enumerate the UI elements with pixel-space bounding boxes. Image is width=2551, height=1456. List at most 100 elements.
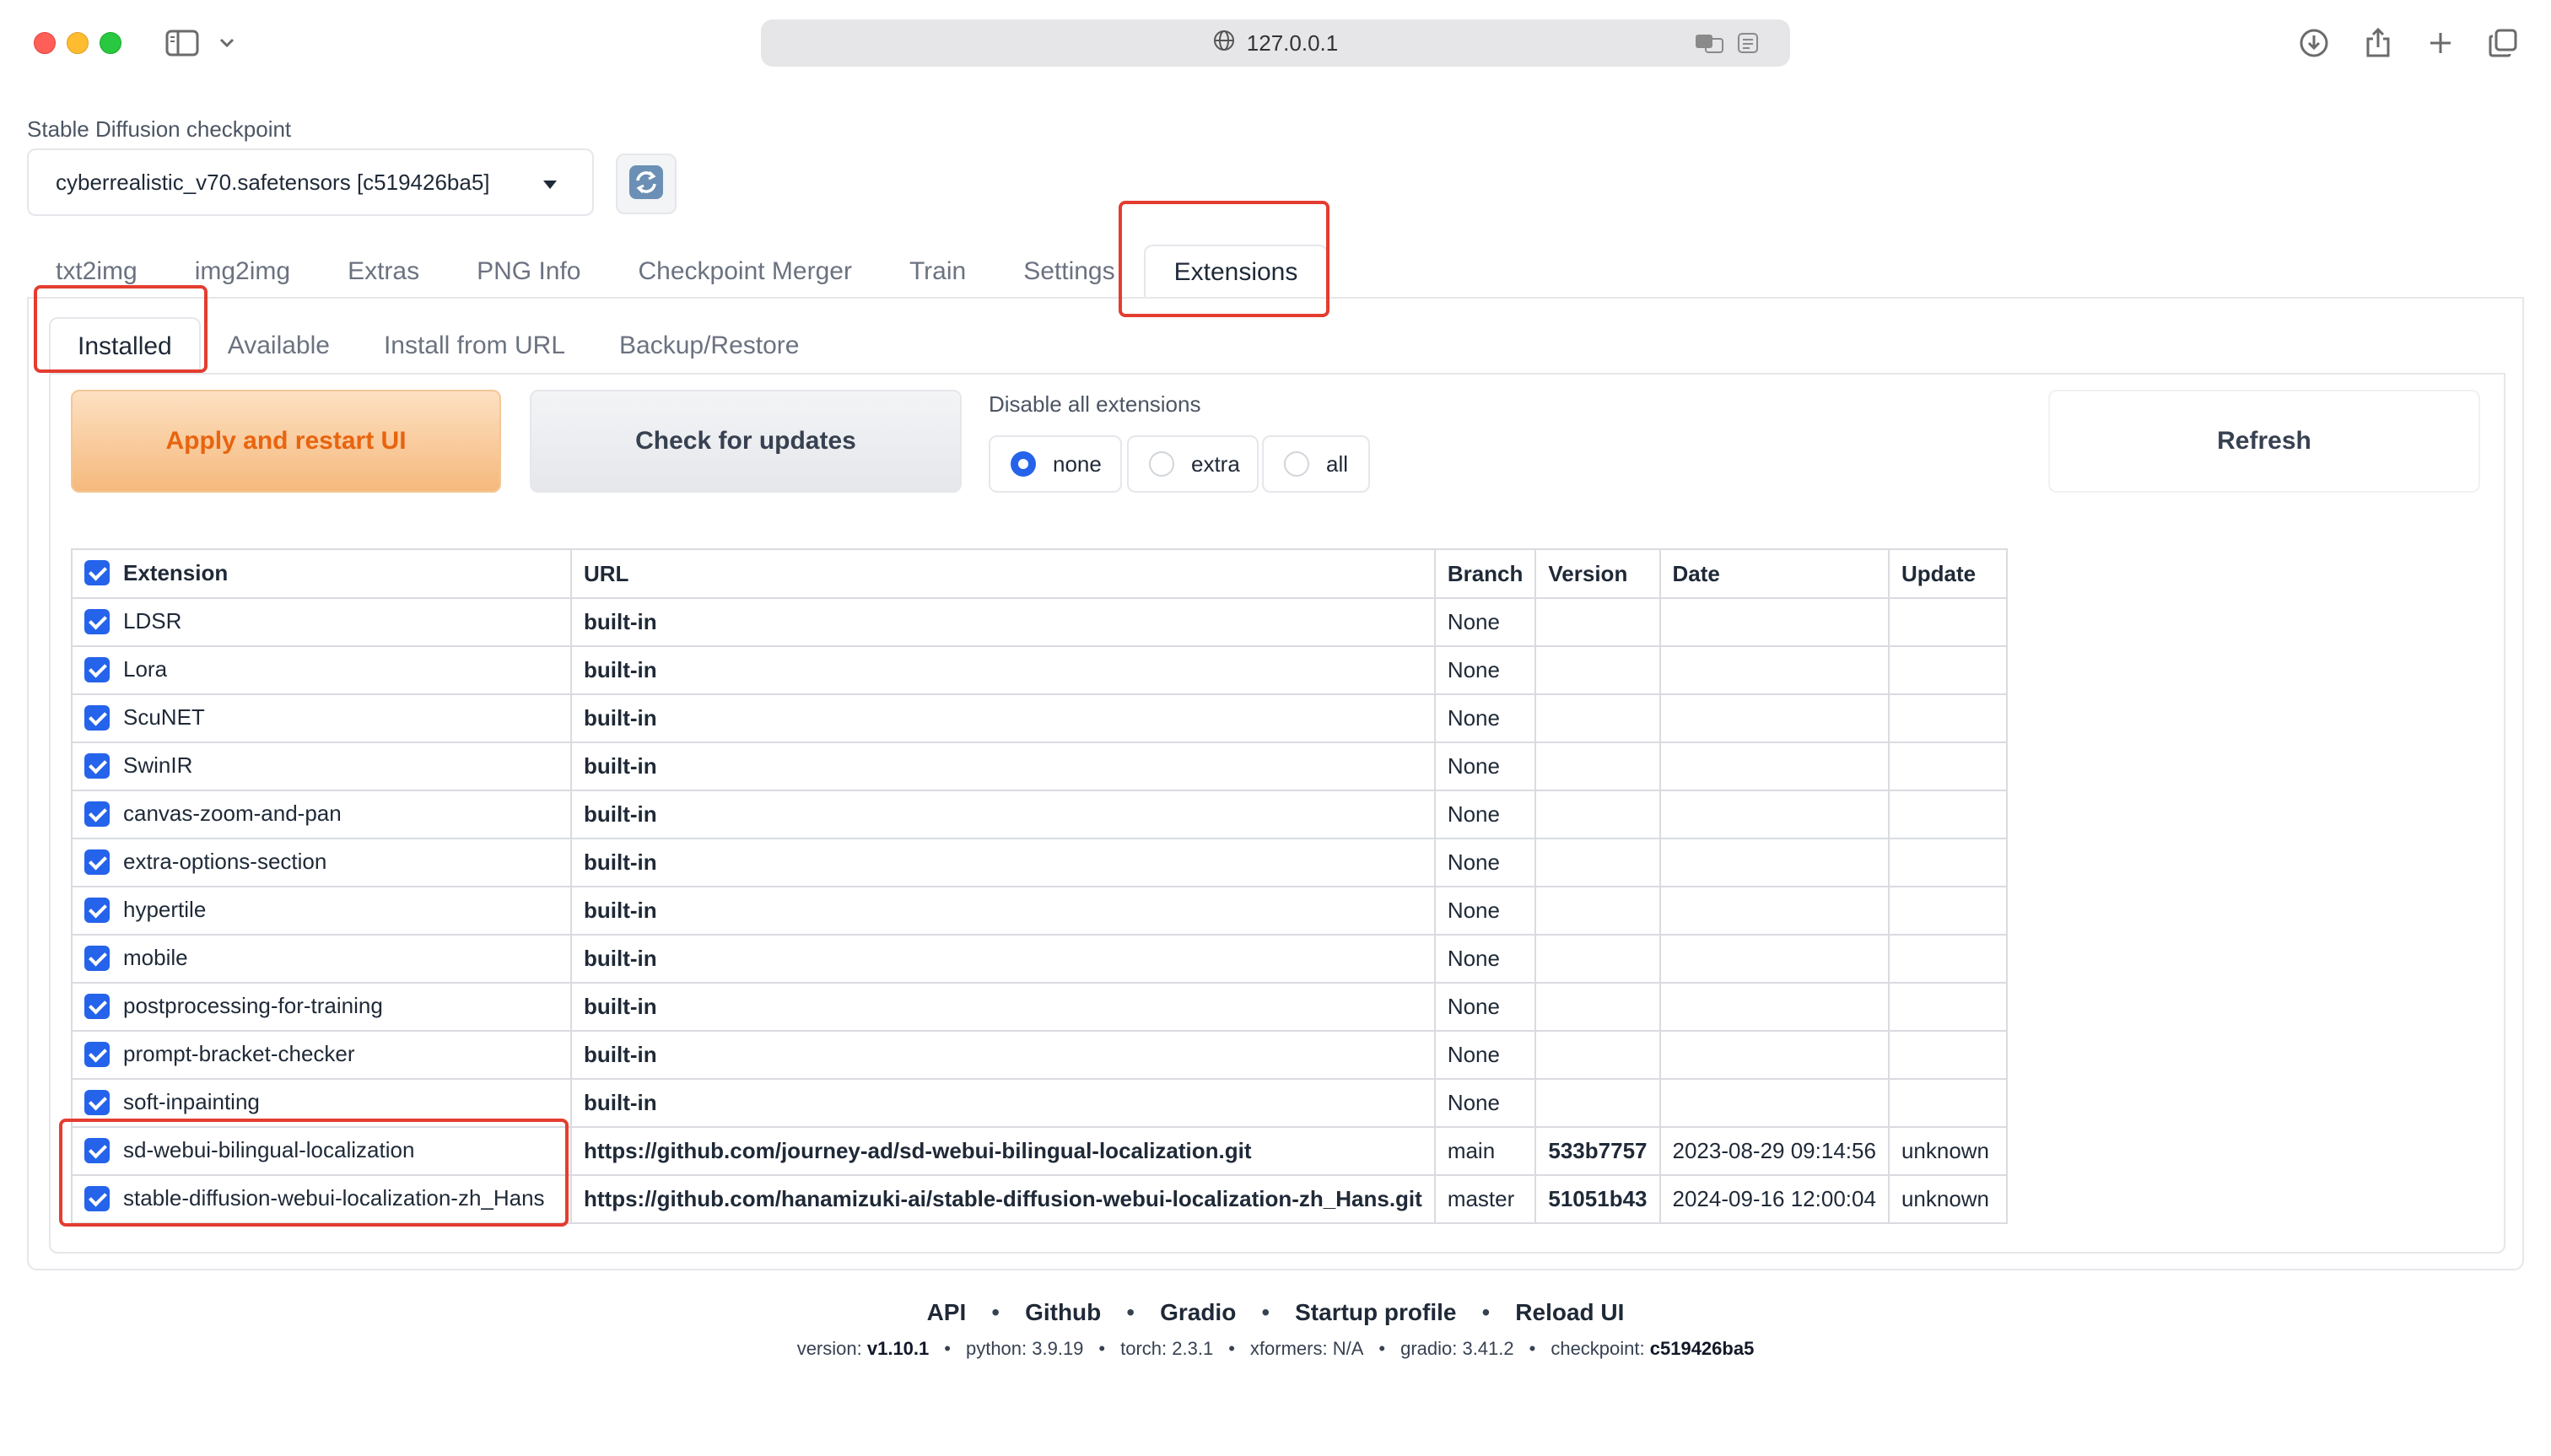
extension-enabled-checkbox[interactable] <box>84 897 110 923</box>
url-cell: built-in <box>570 790 1436 839</box>
tab-checkpoint-merger[interactable]: Checkpoint Merger <box>610 245 881 299</box>
extension-name: SwinIR <box>123 752 193 779</box>
tab-png-info[interactable]: PNG Info <box>448 245 609 299</box>
refresh-button[interactable]: Refresh <box>2048 390 2480 493</box>
extension-name: LDSR <box>123 608 182 634</box>
branch-cell: main <box>1433 1126 1537 1176</box>
version-cell <box>1534 693 1661 743</box>
footer-link-startup-profile[interactable]: Startup profile <box>1295 1299 1456 1326</box>
extension-enabled-checkbox[interactable] <box>84 656 110 682</box>
update-cell <box>1887 886 2008 936</box>
apply-restart-button[interactable]: Apply and restart UI <box>71 390 501 493</box>
subtab-backup-restore[interactable]: Backup/Restore <box>592 317 826 375</box>
extension-enabled-checkbox[interactable] <box>84 752 110 779</box>
tab-extensions[interactable]: Extensions <box>1143 245 1329 299</box>
browser-toolbar: 127.0.0.1 <box>0 0 2551 88</box>
tab-img2img[interactable]: img2img <box>166 245 319 299</box>
url-cell: built-in <box>570 645 1436 695</box>
sidebar-toggle-icon[interactable] <box>162 25 202 61</box>
branch-cell: None <box>1433 741 1537 791</box>
update-cell <box>1887 982 2008 1032</box>
extension-name: hypertile <box>123 897 207 923</box>
footer-link-api[interactable]: API <box>927 1299 967 1326</box>
extension-name: sd-webui-bilingual-localization <box>123 1137 415 1163</box>
extension-enabled-checkbox[interactable] <box>84 1137 110 1163</box>
zoom-window-button[interactable] <box>100 32 121 54</box>
date-cell <box>1658 1078 1890 1128</box>
chevron-down-icon[interactable] <box>216 25 238 61</box>
extension-enabled-checkbox[interactable] <box>84 1089 110 1115</box>
footer-link-reload-ui[interactable]: Reload UI <box>1515 1299 1624 1326</box>
subtab-install-from-url[interactable]: Install from URL <box>357 317 592 375</box>
share-icon[interactable] <box>2360 25 2396 61</box>
address-bar[interactable]: 127.0.0.1 <box>761 19 1790 67</box>
url-cell: https://github.com/hanamizuki-ai/stable-… <box>570 1174 1436 1224</box>
footer-separator: • <box>1228 1338 1235 1359</box>
radio-dot <box>1149 451 1174 477</box>
new-tab-icon[interactable] <box>2423 25 2458 61</box>
update-cell <box>1887 934 2008 984</box>
table-row: postprocessing-for-training built-in None <box>71 982 2008 1032</box>
radio-all[interactable]: all <box>1262 435 1370 493</box>
radio-extra[interactable]: extra <box>1127 435 1259 493</box>
select-all-checkbox[interactable] <box>84 560 110 586</box>
table-row: SwinIR built-in None <box>71 741 2008 791</box>
branch-cell: None <box>1433 1030 1537 1080</box>
header-update: Update <box>1887 548 2008 599</box>
date-cell <box>1658 982 1890 1032</box>
refresh-checkpoint-button[interactable] <box>616 154 677 214</box>
date-cell <box>1658 790 1890 839</box>
extension-name: extra-options-section <box>123 849 327 875</box>
checkpoint-dropdown[interactable]: cyberrealistic_v70.safetensors [c519426b… <box>27 148 594 216</box>
gradio-version: gradio: 3.41.2 <box>1400 1338 1514 1359</box>
branch-cell: None <box>1433 693 1537 743</box>
translate-icon[interactable] <box>1694 31 1724 59</box>
extension-enabled-checkbox[interactable] <box>84 608 110 634</box>
check-updates-button[interactable]: Check for updates <box>530 390 962 493</box>
branch-cell: None <box>1433 790 1537 839</box>
extension-name: Lora <box>123 656 168 682</box>
checkpoint-value: cyberrealistic_v70.safetensors [c519426b… <box>56 169 490 195</box>
tab-extras[interactable]: Extras <box>319 245 448 299</box>
extension-enabled-checkbox[interactable] <box>84 993 110 1019</box>
footer-separator: • <box>1261 1299 1270 1325</box>
extension-name: soft-inpainting <box>123 1089 260 1115</box>
header-date: Date <box>1658 548 1890 599</box>
radio-none[interactable]: none <box>989 435 1122 493</box>
subtab-installed[interactable]: Installed <box>49 317 201 375</box>
extension-enabled-checkbox[interactable] <box>84 849 110 875</box>
table-row: ScuNET built-in None <box>71 693 2008 743</box>
version-info: version: v1.10.1 <box>796 1338 930 1359</box>
refresh-icon <box>628 164 665 205</box>
url-cell: built-in <box>570 886 1436 936</box>
extension-enabled-checkbox[interactable] <box>84 1185 110 1211</box>
footer-link-github[interactable]: Github <box>1025 1299 1101 1326</box>
tab-overview-icon[interactable] <box>2485 25 2521 61</box>
extension-enabled-checkbox[interactable] <box>84 704 110 731</box>
url-cell: built-in <box>570 1030 1436 1080</box>
radio-dot <box>1284 451 1309 477</box>
footer-link-gradio[interactable]: Gradio <box>1160 1299 1236 1326</box>
minimize-window-button[interactable] <box>67 32 89 54</box>
reader-icon[interactable] <box>1736 31 1760 59</box>
extension-enabled-checkbox[interactable] <box>84 945 110 971</box>
table-row: LDSR built-in None <box>71 597 2008 647</box>
url-cell: built-in <box>570 741 1436 791</box>
subtab-available[interactable]: Available <box>201 317 357 375</box>
footer-separator: • <box>1378 1338 1386 1359</box>
python-version: python: 3.9.19 <box>965 1338 1084 1359</box>
branch-cell: None <box>1433 838 1537 887</box>
torch-version: torch: 2.3.1 <box>1120 1338 1214 1359</box>
download-icon[interactable] <box>2296 25 2332 61</box>
extension-enabled-checkbox[interactable] <box>84 801 110 827</box>
footer-separator: • <box>944 1338 951 1359</box>
extension-name: postprocessing-for-training <box>123 993 383 1019</box>
tab-txt2img[interactable]: txt2img <box>27 245 166 299</box>
extension-enabled-checkbox[interactable] <box>84 1041 110 1067</box>
close-window-button[interactable] <box>34 32 56 54</box>
header-url: URL <box>570 548 1436 599</box>
tab-settings[interactable]: Settings <box>995 245 1143 299</box>
extension-cell: soft-inpainting <box>71 1078 572 1128</box>
tab-train[interactable]: Train <box>881 245 995 299</box>
branch-cell: None <box>1433 982 1537 1032</box>
